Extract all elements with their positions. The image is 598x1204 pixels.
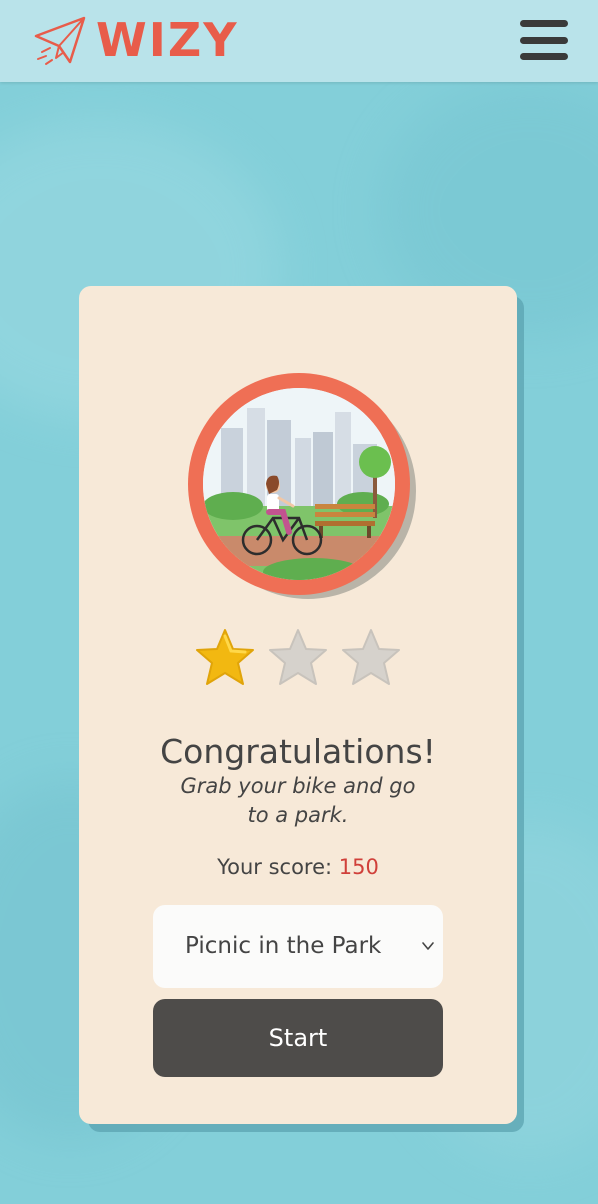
result-badge: [188, 373, 410, 595]
star-filled-icon: [196, 629, 254, 685]
result-title: Congratulations!: [160, 732, 436, 771]
activity-select[interactable]: Picnic in the Park: [153, 905, 443, 988]
star-rating: [193, 626, 403, 692]
score-value: 150: [338, 855, 379, 879]
star-empty-icon: [269, 629, 327, 685]
score-line: Your score: 150: [79, 852, 517, 882]
result-card: Congratulations! Grab your bike and go t…: [79, 286, 517, 1124]
park-cyclist-illustration: [203, 388, 395, 580]
menu-button[interactable]: [520, 18, 568, 62]
hamburger-menu-icon: [520, 20, 568, 27]
result-subtitle: Grab your bike and go to a park.: [180, 774, 416, 827]
logo[interactable]: WIZY: [32, 12, 239, 68]
chevron-down-icon: [422, 942, 434, 950]
top-bar: WIZY: [0, 0, 598, 82]
app-name: WIZY: [96, 13, 239, 67]
start-button[interactable]: Start: [153, 999, 443, 1077]
activity-select-value: Picnic in the Park: [185, 933, 382, 959]
star-empty-icon: [342, 629, 400, 685]
paper-plane-icon: [34, 16, 86, 65]
score-label: Your score:: [217, 855, 333, 879]
